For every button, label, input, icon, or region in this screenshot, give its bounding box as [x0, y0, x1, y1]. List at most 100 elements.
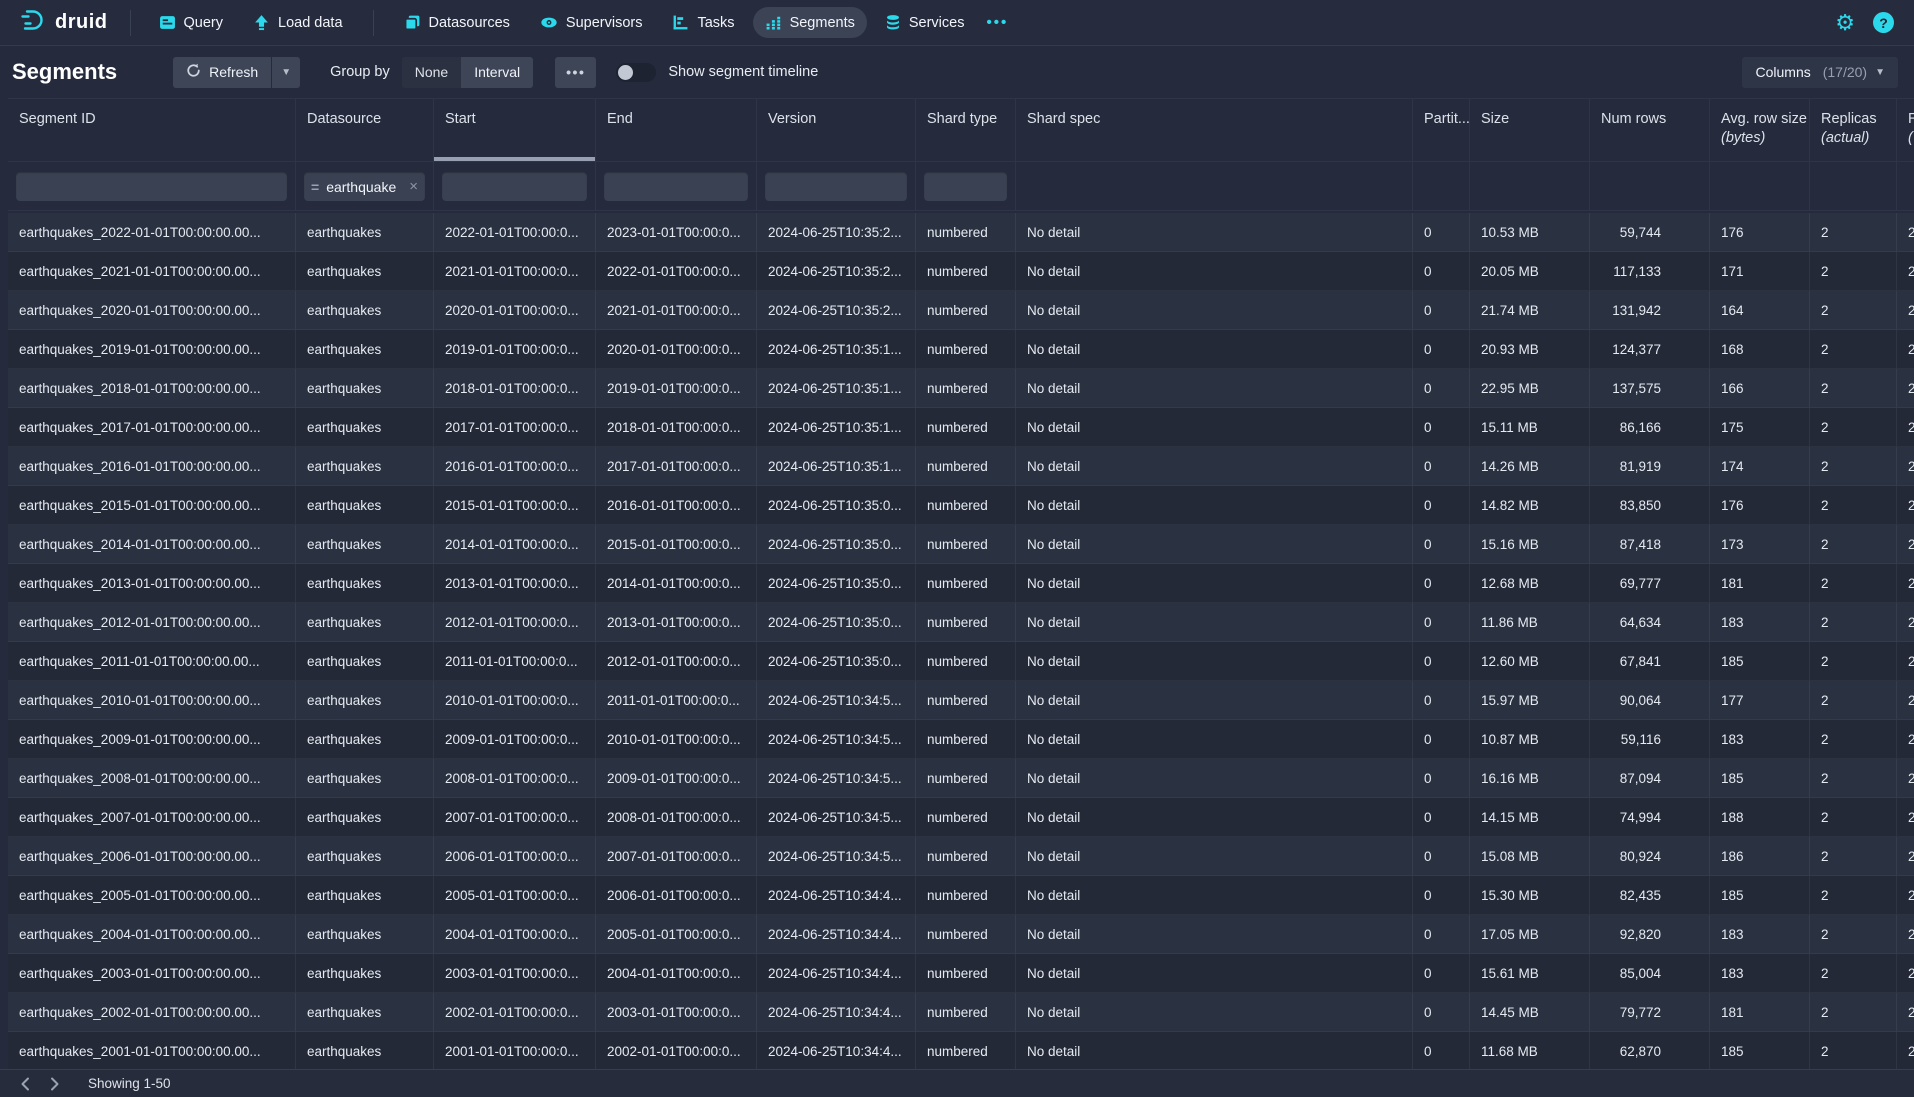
settings-gear-icon[interactable]: ⚙	[1835, 12, 1855, 34]
table-row[interactable]: earthquakes_2021-01-01T00:00:00.00...ear…	[8, 252, 1914, 291]
column-header-replicas[interactable]: Replicas(actual)	[1810, 99, 1897, 161]
clear-filter-icon[interactable]: ×	[409, 178, 418, 195]
column-header-partit[interactable]: Partit...	[1413, 99, 1470, 161]
nav-item-load-data[interactable]: Load data	[241, 7, 355, 38]
column-header-start[interactable]: Start	[434, 99, 596, 161]
more-actions-button[interactable]: •••	[555, 57, 596, 88]
column-header-version[interactable]: Version	[757, 99, 916, 161]
cell-start: 2001-01-01T00:00:0...	[434, 1032, 596, 1069]
cell-size: 15.30 MB	[1470, 876, 1590, 915]
refresh-button[interactable]: Refresh	[173, 57, 271, 88]
cell-num-rows: 62,870	[1590, 1032, 1710, 1069]
nav-item-label: Segments	[790, 15, 855, 31]
filter-equals-icon: =	[311, 179, 319, 195]
table-row[interactable]: earthquakes_2008-01-01T00:00:00.00...ear…	[8, 759, 1914, 798]
filter-input-datasource[interactable]: =earthquake×	[304, 172, 425, 201]
brand[interactable]: druid	[14, 7, 114, 38]
column-header-shard-type[interactable]: Shard type	[916, 99, 1016, 161]
table-row[interactable]: earthquakes_2018-01-01T00:00:00.00...ear…	[8, 369, 1914, 408]
table-row[interactable]: earthquakes_2007-01-01T00:00:00.00...ear…	[8, 798, 1914, 837]
column-header-shard-spec[interactable]: Shard spec	[1016, 99, 1413, 161]
cell-shard-type: numbered	[916, 603, 1016, 642]
table-row[interactable]: earthquakes_2022-01-01T00:00:00.00...ear…	[8, 213, 1914, 252]
column-header-end[interactable]: End	[596, 99, 757, 161]
group-by-interval-button[interactable]: Interval	[461, 57, 533, 88]
previous-page-button[interactable]	[10, 1072, 40, 1096]
filter-input-start[interactable]	[442, 172, 587, 201]
table-row[interactable]: earthquakes_2016-01-01T00:00:00.00...ear…	[8, 447, 1914, 486]
nav-item-tasks[interactable]: Tasks	[660, 7, 746, 38]
cell-segment-id: earthquakes_2010-01-01T00:00:00.00...	[8, 681, 296, 720]
cell-shard-type: numbered	[916, 564, 1016, 603]
column-header-r[interactable]: R(	[1897, 99, 1914, 161]
pagination-bar: Showing 1-50	[0, 1069, 1914, 1097]
cell-start: 2002-01-01T00:00:0...	[434, 993, 596, 1032]
next-page-button[interactable]	[40, 1072, 70, 1096]
nav-more-button[interactable]: •••	[976, 8, 1018, 37]
cell-cutoff-column: 2	[1897, 915, 1914, 954]
table-row[interactable]: earthquakes_2014-01-01T00:00:00.00...ear…	[8, 525, 1914, 564]
cell-size: 21.74 MB	[1470, 291, 1590, 330]
num-rows-value: 80,924	[1601, 849, 1661, 864]
table-row[interactable]: earthquakes_2017-01-01T00:00:00.00...ear…	[8, 408, 1914, 447]
group-by-none-button[interactable]: None	[402, 57, 461, 88]
cell-partition: 0	[1413, 642, 1470, 681]
table-row[interactable]: earthquakes_2013-01-01T00:00:00.00...ear…	[8, 564, 1914, 603]
segment-timeline-toggle[interactable]	[616, 63, 656, 82]
cell-start: 2005-01-01T00:00:0...	[434, 876, 596, 915]
cell-shard-spec: No detail	[1016, 291, 1413, 330]
table-row[interactable]: earthquakes_2009-01-01T00:00:00.00...ear…	[8, 720, 1914, 759]
cell-version: 2024-06-25T10:34:5...	[757, 759, 916, 798]
cell-avg-row-size: 166	[1710, 369, 1810, 408]
num-rows-value: 92,820	[1601, 927, 1661, 942]
table-row[interactable]: earthquakes_2002-01-01T00:00:00.00...ear…	[8, 993, 1914, 1032]
cell-end: 2022-01-01T00:00:0...	[596, 252, 757, 291]
nav-item-services[interactable]: Services	[873, 7, 977, 38]
nav-item-query[interactable]: Query	[147, 7, 236, 38]
cell-avg-row-size: 174	[1710, 447, 1810, 486]
cell-segment-id: earthquakes_2001-01-01T00:00:00.00...	[8, 1032, 296, 1069]
cell-shard-spec: No detail	[1016, 642, 1413, 681]
segments-toolbar: Segments Refresh ▼ Group by None Interva…	[0, 46, 1914, 98]
nav-item-supervisors[interactable]: Supervisors	[528, 7, 655, 38]
cell-replicas: 2	[1810, 759, 1897, 798]
help-icon[interactable]: ?	[1873, 12, 1894, 33]
cell-start: 2004-01-01T00:00:0...	[434, 915, 596, 954]
table-row[interactable]: earthquakes_2020-01-01T00:00:00.00...ear…	[8, 291, 1914, 330]
column-header-segment-id[interactable]: Segment ID	[8, 99, 296, 161]
filter-input-shard-type[interactable]	[924, 172, 1007, 201]
table-row[interactable]: earthquakes_2004-01-01T00:00:00.00...ear…	[8, 915, 1914, 954]
column-header-num-rows[interactable]: Num rows	[1590, 99, 1710, 161]
cell-datasource: earthquakes	[296, 408, 434, 447]
cell-datasource: earthquakes	[296, 330, 434, 369]
table-row[interactable]: earthquakes_2006-01-01T00:00:00.00...ear…	[8, 837, 1914, 876]
nav-item-segments[interactable]: Segments	[753, 7, 867, 38]
cell-replicas: 2	[1810, 447, 1897, 486]
cell-segment-id: earthquakes_2012-01-01T00:00:00.00...	[8, 603, 296, 642]
table-row[interactable]: earthquakes_2005-01-01T00:00:00.00...ear…	[8, 876, 1914, 915]
table-row[interactable]: earthquakes_2019-01-01T00:00:00.00...ear…	[8, 330, 1914, 369]
cell-segment-id: earthquakes_2004-01-01T00:00:00.00...	[8, 915, 296, 954]
cell-size: 11.86 MB	[1470, 603, 1590, 642]
nav-item-datasources[interactable]: Datasources	[392, 7, 522, 38]
filter-input-end[interactable]	[604, 172, 748, 201]
cell-shard-type: numbered	[916, 252, 1016, 291]
chevron-down-icon: ▼	[281, 67, 291, 78]
table-row[interactable]: earthquakes_2015-01-01T00:00:00.00...ear…	[8, 486, 1914, 525]
filter-input-version[interactable]	[765, 172, 907, 201]
table-body: earthquakes_2022-01-01T00:00:00.00...ear…	[8, 213, 1914, 1069]
cell-version: 2024-06-25T10:34:5...	[757, 681, 916, 720]
table-row[interactable]: earthquakes_2010-01-01T00:00:00.00...ear…	[8, 681, 1914, 720]
table-row[interactable]: earthquakes_2001-01-01T00:00:00.00...ear…	[8, 1032, 1914, 1069]
refresh-dropdown-button[interactable]: ▼	[272, 57, 300, 88]
table-row[interactable]: earthquakes_2012-01-01T00:00:00.00...ear…	[8, 603, 1914, 642]
columns-button[interactable]: Columns (17/20) ▼	[1742, 57, 1898, 88]
cell-end: 2008-01-01T00:00:0...	[596, 798, 757, 837]
column-header-avg-row-size[interactable]: Avg. row size(bytes)	[1710, 99, 1810, 161]
column-header-size[interactable]: Size	[1470, 99, 1590, 161]
column-header-datasource[interactable]: Datasource	[296, 99, 434, 161]
table-row[interactable]: earthquakes_2011-01-01T00:00:00.00...ear…	[8, 642, 1914, 681]
cell-size: 10.53 MB	[1470, 213, 1590, 252]
table-row[interactable]: earthquakes_2003-01-01T00:00:00.00...ear…	[8, 954, 1914, 993]
filter-input-segment-id[interactable]	[16, 172, 287, 201]
